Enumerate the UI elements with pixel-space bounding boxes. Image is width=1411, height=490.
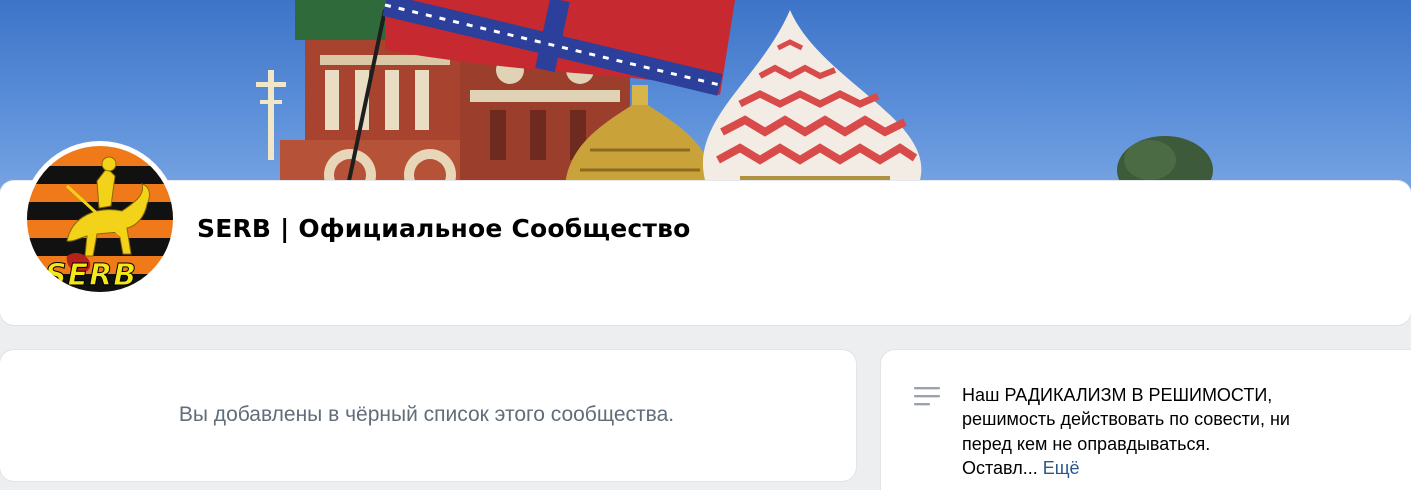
description-truncated: Оставл... bbox=[962, 457, 1038, 478]
community-page: SERB SERB | Официальное Сообщество Вы до… bbox=[0, 0, 1411, 490]
onion-dome bbox=[702, 10, 922, 200]
cover-image[interactable] bbox=[0, 0, 1411, 200]
description-line: решимость действовать по совести, ни bbox=[962, 409, 1290, 430]
page-title: SERB | Официальное Сообщество bbox=[197, 214, 691, 243]
blacklist-message: Вы добавлены в чёрный список этого сообщ… bbox=[178, 403, 675, 426]
cover-photo-illustration bbox=[256, 0, 1213, 200]
description-line: Оставл... Ещё bbox=[962, 456, 1362, 480]
community-description: Наш РАДИКАЛИЗМ В РЕШИМОСТИ, решимость де… bbox=[962, 383, 1362, 480]
avatar-label: SERB bbox=[44, 258, 138, 293]
description-line: перед кем не оправдываться. bbox=[962, 433, 1211, 454]
show-more-link[interactable]: Ещё bbox=[1043, 458, 1080, 478]
description-line: Наш РАДИКАЛИЗМ В РЕШИМОСТИ, bbox=[962, 385, 1273, 405]
avatar-image: SERB bbox=[27, 146, 173, 292]
text-lines-icon bbox=[914, 386, 940, 408]
community-header bbox=[0, 181, 1411, 325]
avatar[interactable]: SERB bbox=[22, 141, 178, 297]
